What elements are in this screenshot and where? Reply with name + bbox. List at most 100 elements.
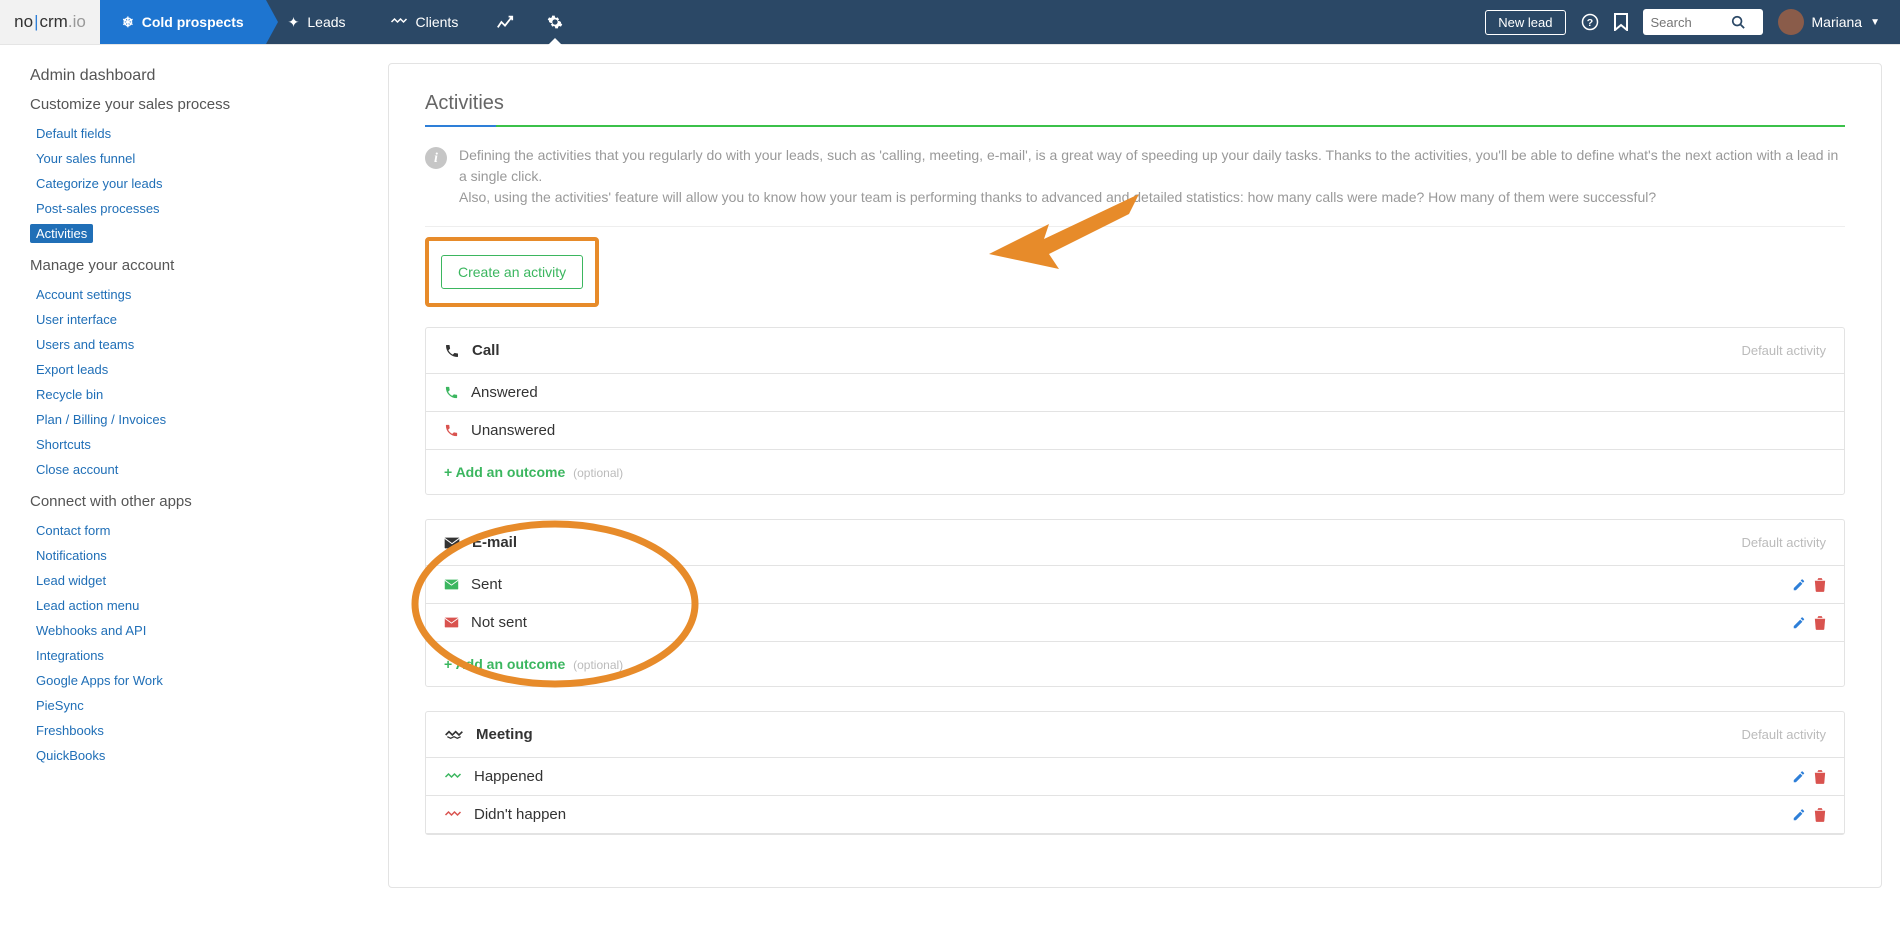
sidebar-item[interactable]: Google Apps for Work: [30, 668, 358, 693]
sidebar-item[interactable]: Recycle bin: [30, 382, 358, 407]
edit-icon[interactable]: [1792, 616, 1806, 630]
sidebar-item[interactable]: QuickBooks: [30, 743, 358, 768]
bookmark-icon[interactable]: [1614, 13, 1628, 31]
add-outcome-label: Add an outcome: [456, 464, 566, 480]
trash-icon[interactable]: [1814, 578, 1826, 592]
sidebar-link[interactable]: Users and teams: [30, 335, 140, 354]
sidebar-group-title: Manage your account: [30, 257, 358, 274]
outcome-label: Didn't happen: [474, 806, 566, 823]
add-outcome-link[interactable]: + Add an outcome: [444, 464, 565, 480]
sidebar-link[interactable]: Plan / Billing / Invoices: [30, 410, 172, 429]
sidebar-link[interactable]: Lead action menu: [30, 596, 145, 615]
sidebar-item[interactable]: Account settings: [30, 282, 358, 307]
sidebar-item-categorize[interactable]: Categorize your leads: [30, 171, 358, 196]
sidebar-link[interactable]: Default fields: [30, 124, 117, 143]
trash-icon[interactable]: [1814, 770, 1826, 784]
trash-icon[interactable]: [1814, 616, 1826, 630]
sidebar-item-activities[interactable]: Activities: [30, 221, 358, 246]
sidebar-item[interactable]: Export leads: [30, 357, 358, 382]
brand-part2: crm: [40, 12, 68, 32]
outcome-label: Unanswered: [471, 422, 555, 439]
sidebar-link[interactable]: Notifications: [30, 546, 113, 565]
activity-name: Meeting: [476, 726, 533, 743]
sidebar-link[interactable]: Lead widget: [30, 571, 112, 590]
sidebar-link[interactable]: Freshbooks: [30, 721, 110, 740]
sidebar-item[interactable]: Freshbooks: [30, 718, 358, 743]
outcome-actions: [1792, 578, 1826, 592]
sidebar-item[interactable]: Close account: [30, 457, 358, 482]
tab-clients[interactable]: Clients: [368, 0, 481, 44]
sidebar-link[interactable]: Shortcuts: [30, 435, 97, 454]
edit-icon[interactable]: [1792, 770, 1806, 784]
sidebar-link[interactable]: Activities: [30, 224, 93, 243]
sidebar-item[interactable]: Lead widget: [30, 568, 358, 593]
search-icon[interactable]: [1731, 15, 1745, 29]
sidebar-item[interactable]: User interface: [30, 307, 358, 332]
user-menu[interactable]: Mariana ▼: [1778, 9, 1881, 35]
sidebar-link[interactable]: Webhooks and API: [30, 621, 152, 640]
sidebar-link[interactable]: Post-sales processes: [30, 199, 166, 218]
sidebar-link[interactable]: Integrations: [30, 646, 110, 665]
sidebar-item[interactable]: Lead action menu: [30, 593, 358, 618]
tab-leads[interactable]: ✦ Leads: [266, 0, 368, 44]
tab-analytics[interactable]: [480, 0, 530, 44]
nav-tabs: ❄ Cold prospects ✦ Leads Clients: [100, 0, 580, 44]
phone-icon: [444, 385, 459, 400]
chevron-down-icon: ▼: [1870, 17, 1880, 28]
sidebar-item[interactable]: Plan / Billing / Invoices: [30, 407, 358, 432]
sidebar-item-postsales[interactable]: Post-sales processes: [30, 196, 358, 221]
sidebar-link[interactable]: Categorize your leads: [30, 174, 168, 193]
page: Admin dashboard Customize your sales pro…: [0, 44, 1900, 906]
default-label: Default activity: [1741, 727, 1826, 742]
help-icon[interactable]: ?: [1581, 13, 1599, 31]
sidebar-item[interactable]: PieSync: [30, 693, 358, 718]
edit-icon[interactable]: [1792, 578, 1806, 592]
outcome-row: Answered: [426, 374, 1844, 412]
optional-label: (optional): [573, 658, 623, 672]
sidebar-link[interactable]: QuickBooks: [30, 746, 111, 765]
activity-card-meeting: Meeting Default activity Happened: [425, 711, 1845, 835]
new-lead-button[interactable]: New lead: [1485, 10, 1565, 35]
sidebar-item[interactable]: Shortcuts: [30, 432, 358, 457]
gear-icon: [547, 14, 563, 30]
add-outcome-link[interactable]: + Add an outcome: [444, 656, 565, 672]
add-outcome: + Add an outcome (optional): [426, 642, 1844, 686]
outcome-row: Happened: [426, 758, 1844, 796]
highlight-box: Create an activity: [425, 237, 599, 307]
tab-cold-prospects[interactable]: ❄ Cold prospects: [100, 0, 266, 44]
sidebar-link[interactable]: Contact form: [30, 521, 116, 540]
sidebar-link[interactable]: Close account: [30, 460, 124, 479]
sidebar-item[interactable]: Notifications: [30, 543, 358, 568]
sidebar-link[interactable]: Account settings: [30, 285, 137, 304]
sidebar-link[interactable]: PieSync: [30, 696, 90, 715]
sidebar-item-default-fields[interactable]: Default fields: [30, 121, 358, 146]
sidebar-link[interactable]: Your sales funnel: [30, 149, 141, 168]
tab-settings[interactable]: [530, 0, 580, 44]
sidebar-link[interactable]: Google Apps for Work: [30, 671, 169, 690]
sidebar-link[interactable]: User interface: [30, 310, 123, 329]
brand-pipe: |: [34, 12, 38, 32]
trash-icon[interactable]: [1814, 808, 1826, 822]
info-line: Also, using the activities' feature will…: [459, 189, 1656, 205]
activity-name: E-mail: [472, 534, 517, 551]
search-box[interactable]: [1643, 9, 1763, 35]
tab-label: Clients: [416, 14, 459, 30]
sidebar-link[interactable]: Recycle bin: [30, 385, 109, 404]
sidebar-item-sales-funnel[interactable]: Your sales funnel: [30, 146, 358, 171]
sidebar-item[interactable]: Contact form: [30, 518, 358, 543]
avatar: [1778, 9, 1804, 35]
activity-card-call: Call Default activity Answered Unanswere…: [425, 327, 1845, 495]
sidebar-link[interactable]: Export leads: [30, 360, 114, 379]
sparkle-icon: ✦: [288, 14, 300, 31]
sidebar-item[interactable]: Users and teams: [30, 332, 358, 357]
brand-logo[interactable]: no|crm.io: [0, 0, 100, 44]
search-input[interactable]: [1651, 15, 1731, 30]
sidebar-item[interactable]: Webhooks and API: [30, 618, 358, 643]
edit-icon[interactable]: [1792, 808, 1806, 822]
sidebar-item[interactable]: Integrations: [30, 643, 358, 668]
create-activity-button[interactable]: Create an activity: [441, 255, 583, 289]
envelope-icon: [444, 617, 459, 628]
handshake-icon: [444, 728, 464, 742]
outcome-label: Sent: [471, 576, 502, 593]
outcome-label: Answered: [471, 384, 538, 401]
